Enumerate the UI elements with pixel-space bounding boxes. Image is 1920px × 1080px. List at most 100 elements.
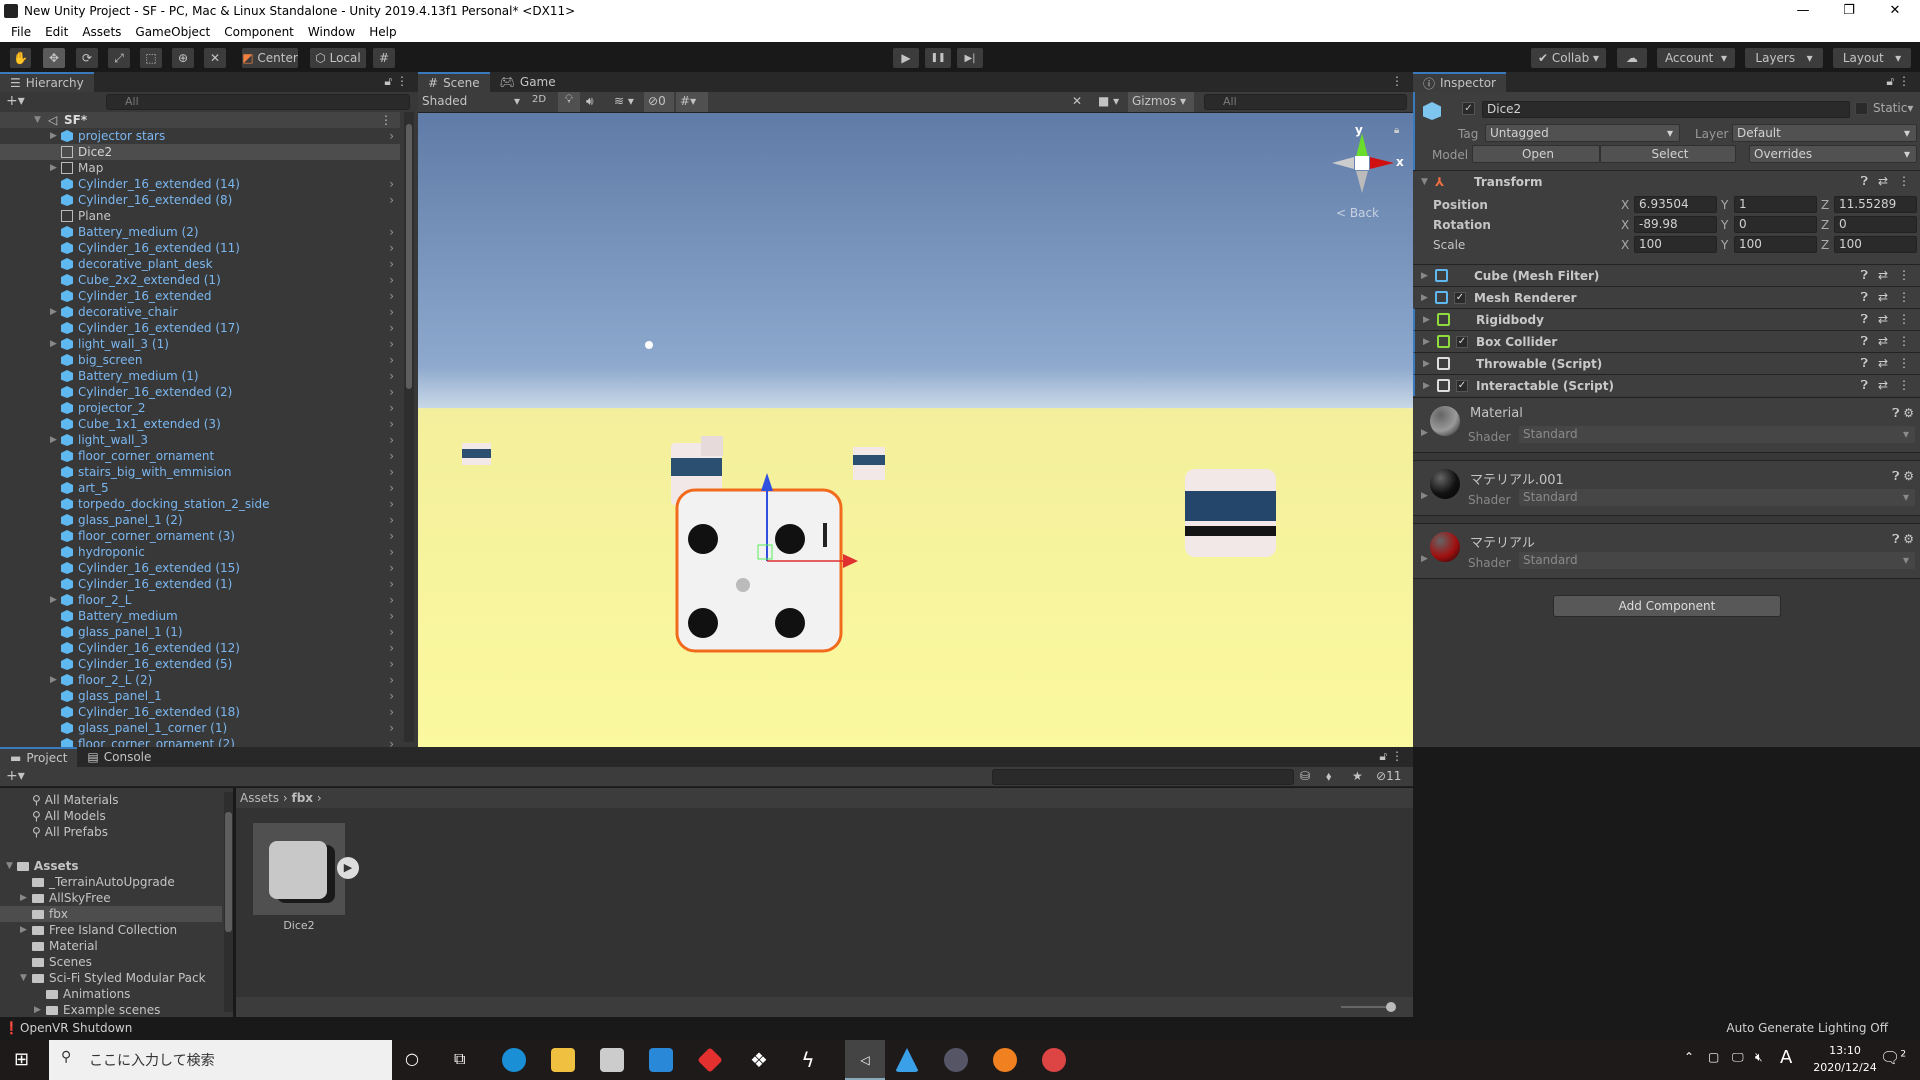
project-folder[interactable]: Animations (34, 986, 130, 1002)
filter-type-icon[interactable]: ⛁ (1300, 769, 1310, 783)
unity-taskbar-icon[interactable]: ◁ (845, 1040, 885, 1080)
grid-dropdown[interactable]: #▾ (676, 92, 708, 112)
collab-dropdown[interactable]: ✔ Collab ▾ (1531, 48, 1606, 68)
enabled-checkbox[interactable]: ✓ (1454, 291, 1466, 304)
expand-arrow-icon[interactable]: ▶ (50, 675, 57, 685)
hierarchy-item[interactable]: Cylinder_16_extended (8) › (0, 192, 400, 208)
select-button[interactable]: Select (1600, 145, 1736, 163)
open-prefab-chevron-icon[interactable]: › (389, 401, 394, 415)
project-folder[interactable]: ▶ Free Island Collection (20, 922, 177, 938)
help-icon[interactable]: ❓︎ (1861, 334, 1868, 349)
open-prefab-chevron-icon[interactable]: › (389, 225, 394, 239)
menu-window[interactable]: Window (301, 25, 362, 39)
expand-arrow-icon[interactable]: ▶ (1421, 554, 1428, 564)
create-button[interactable]: +▾ (6, 768, 25, 784)
more-icon[interactable]: ⋮ (1898, 356, 1910, 371)
expand-arrow-icon[interactable]: ▶ (50, 435, 57, 445)
open-prefab-chevron-icon[interactable]: › (389, 657, 394, 671)
open-prefab-chevron-icon[interactable]: › (389, 449, 394, 463)
tray-chevron-icon[interactable]: ⌃ (1684, 1050, 1694, 1064)
steamvr-icon[interactable] (944, 1048, 968, 1072)
account-dropdown[interactable]: Account ▾ (1657, 48, 1735, 68)
scale-x-field[interactable]: 100 (1634, 236, 1717, 253)
hierarchy-item[interactable]: glass_panel_1_corner (1) › (0, 720, 400, 736)
lighting-toggle[interactable]: 💡︎ (558, 92, 580, 112)
hierarchy-item[interactable]: Cylinder_16_extended (2) › (0, 384, 400, 400)
help-icon[interactable]: ❓︎ (1892, 406, 1899, 420)
open-prefab-chevron-icon[interactable]: › (389, 193, 394, 207)
hidden-packages-toggle[interactable]: ⊘11 (1376, 769, 1401, 783)
open-prefab-chevron-icon[interactable]: › (389, 241, 394, 255)
open-prefab-chevron-icon[interactable]: › (389, 593, 394, 607)
expand-arrow-icon[interactable]: ▶ (1423, 337, 1430, 347)
project-search-input[interactable] (992, 769, 1294, 785)
scale-tool-button[interactable]: ⤢ (108, 48, 130, 68)
rotate-tool-button[interactable]: ⟳ (76, 48, 98, 68)
rotation-z-field[interactable]: 0 (1834, 216, 1917, 233)
open-prefab-chevron-icon[interactable]: › (389, 721, 394, 735)
expand-arrow-icon[interactable]: ▶ (1423, 359, 1430, 369)
name-field[interactable]: Dice2 (1482, 101, 1850, 118)
help-icon[interactable]: ❓︎ (1861, 174, 1868, 189)
scene-menu-icon[interactable]: ⋮ (380, 113, 392, 127)
presets-icon[interactable]: ⇄ (1878, 378, 1888, 393)
open-prefab-chevron-icon[interactable]: › (389, 177, 394, 191)
hierarchy-search-input[interactable]: All (106, 94, 410, 110)
shader-dropdown[interactable]: Standard ▾ (1519, 426, 1915, 443)
app-s-icon[interactable]: ϟ (796, 1048, 820, 1072)
hierarchy-item[interactable]: stairs_big_with_emmision › (0, 464, 400, 480)
scene-menu-icon[interactable]: ⋮ (1391, 74, 1403, 88)
hand-tool-button[interactable]: ✋ (10, 48, 31, 68)
expand-arrow-icon[interactable]: ▶ (50, 307, 57, 317)
expand-arrow-icon[interactable]: ▶ (1421, 271, 1428, 281)
transform-tool-button[interactable]: ⊕ (172, 48, 194, 68)
gear-icon[interactable]: ⚙ (1903, 532, 1914, 546)
presets-icon[interactable]: ⇄ (1878, 268, 1888, 283)
hierarchy-item[interactable]: Battery_medium (1) › (0, 368, 400, 384)
tag-dropdown[interactable]: Untagged ▾ (1485, 124, 1680, 142)
scale-z-field[interactable]: 100 (1834, 236, 1917, 253)
grid-snap-button[interactable]: # (373, 48, 395, 68)
play-preview-icon[interactable]: ▶ (337, 857, 359, 879)
open-prefab-chevron-icon[interactable]: › (389, 433, 394, 447)
tab-scene[interactable]: # Scene (418, 72, 490, 92)
open-prefab-chevron-icon[interactable]: › (389, 417, 394, 431)
hierarchy-item[interactable]: ▶ projector stars › (0, 128, 400, 144)
gear-icon[interactable]: ⚙ (1903, 469, 1914, 483)
hierarchy-item[interactable]: projector_2 › (0, 400, 400, 416)
open-prefab-chevron-icon[interactable]: › (389, 129, 394, 143)
menu-help[interactable]: Help (362, 25, 403, 39)
store-icon[interactable] (600, 1048, 624, 1072)
project-folder[interactable]: ▶ Example scenes (34, 1002, 160, 1017)
open-prefab-chevron-icon[interactable]: › (389, 577, 394, 591)
gizmos-dropdown[interactable]: Gizmos ▾ (1128, 92, 1194, 112)
add-component-button[interactable]: Add Component (1553, 595, 1781, 617)
open-prefab-chevron-icon[interactable]: › (389, 369, 394, 383)
component-header[interactable]: ▶ Throwable (Script) ❓︎ ⇄ ⋮ (1413, 352, 1920, 374)
hierarchy-item[interactable]: Dice2 (0, 144, 400, 160)
hierarchy-item[interactable]: Cylinder_16_extended (12) › (0, 640, 400, 656)
volume-muted-icon[interactable]: 🔇︎ (1755, 1050, 1763, 1065)
filter-label-icon[interactable]: ⬧ (1326, 769, 1331, 784)
presets-icon[interactable]: ⇄ (1878, 356, 1888, 371)
open-prefab-chevron-icon[interactable]: › (389, 289, 394, 303)
play-button[interactable]: ▶ (893, 48, 919, 68)
position-x-field[interactable]: 6.93504 (1634, 196, 1717, 213)
favorite-search-item[interactable]: ⚲ All Prefabs (32, 824, 108, 840)
taskbar-search-input[interactable]: ⚲ ここに入力して検索 (49, 1040, 392, 1080)
blender-icon[interactable] (993, 1048, 1017, 1072)
project-folder[interactable]: Scenes (20, 954, 92, 970)
hierarchy-item[interactable]: hydroponic › (0, 544, 400, 560)
favorite-search-item[interactable]: ⚲ All Models (32, 808, 106, 824)
scale-y-field[interactable]: 100 (1734, 236, 1817, 253)
cortana-icon[interactable]: ○ (405, 1049, 419, 1068)
shading-mode-dropdown[interactable]: Shaded ▾ (422, 94, 524, 108)
clock-time[interactable]: 13:10 (1803, 1044, 1887, 1057)
2d-toggle[interactable]: 2D (532, 94, 546, 105)
scene-header-row[interactable]: ▼ ◁ SF* ⋮ (0, 112, 400, 128)
scrollbar-thumb[interactable] (406, 124, 412, 389)
hierarchy-item[interactable]: Cylinder_16_extended (15) › (0, 560, 400, 576)
move-tool-button[interactable]: ✥ (43, 48, 65, 68)
hierarchy-item[interactable]: ▶ light_wall_3 (1) › (0, 336, 400, 352)
open-prefab-chevron-icon[interactable]: › (389, 737, 394, 747)
